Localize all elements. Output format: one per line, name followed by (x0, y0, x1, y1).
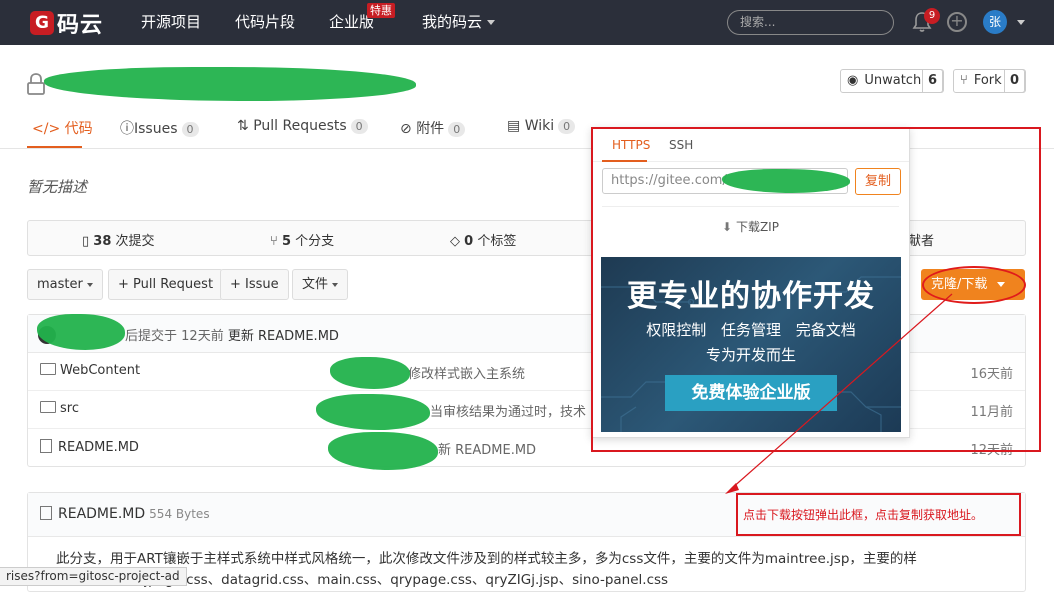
tab-attachments[interactable]: ⊘ 附件 0 (400, 118, 466, 138)
chevron-down-icon (332, 282, 339, 287)
repo-description: 暂无描述 (27, 178, 88, 196)
file-icon (40, 439, 52, 453)
pull-request-icon: ⇅ (237, 118, 249, 134)
tags-stat[interactable]: ◇ 0 个标签 (450, 230, 516, 249)
code-icon: </> (32, 121, 61, 137)
readme-filename: README.MD (58, 506, 146, 522)
branch-icon: ⑂ (270, 234, 278, 249)
info-icon: ⓘ (120, 121, 134, 137)
readme-size: 554 Bytes (149, 507, 210, 521)
redacted-repo-name (44, 67, 416, 101)
tab-attachments-label: 附件 (416, 121, 445, 137)
paperclip-icon: ⊘ (400, 121, 412, 137)
top-navbar: G 码云 开源项目 代码片段 企业版 特惠 我的码云 搜索... 9 + 张 (0, 0, 1054, 45)
fork-icon: ⑂ (960, 73, 968, 88)
tab-wiki-label: Wiki (524, 118, 555, 134)
new-issue-button[interactable]: + Issue (220, 269, 289, 300)
logo-text: 码云 (57, 12, 104, 38)
notification-count: 9 (924, 8, 940, 24)
eye-icon: ◉ (847, 73, 859, 88)
branch-label: master (37, 277, 83, 292)
readme-content: 此分支，用于ART镶嵌于主样式系统中样式风格统一，此次修改文件涉及到的样式较主多… (56, 549, 1016, 591)
file-name[interactable]: src (40, 401, 79, 416)
tab-attachments-count: 0 (448, 122, 466, 137)
special-offer-badge: 特惠 (367, 3, 395, 18)
readme-title: README.MD 554 Bytes (40, 506, 210, 522)
branches-label: 个分支 (295, 234, 335, 249)
unwatch-button[interactable]: ◉ Unwatch 6 (840, 69, 944, 93)
avatar-chevron-icon[interactable] (1017, 20, 1025, 25)
file-commit-message[interactable]: 当审核结果为通过时，技术 (430, 401, 586, 420)
readme-line: 式文件还包括cjpage.css、datagrid.css、main.css、q… (56, 572, 669, 588)
nav-code-snippets[interactable]: 代码片段 (235, 0, 295, 45)
tab-pr-label: Pull Requests (253, 118, 347, 134)
branch-select[interactable]: master (27, 269, 103, 300)
tab-issues-label: Issues (134, 121, 178, 137)
logo-icon: G (30, 10, 54, 35)
tab-issues-count: 0 (181, 122, 199, 137)
chevron-down-icon (487, 20, 496, 25)
tab-code[interactable]: </> 代码 (32, 118, 93, 138)
lock-icon (27, 73, 45, 95)
fork-count: 0 (1003, 69, 1025, 93)
add-icon[interactable]: + (947, 12, 967, 32)
commit-message-link[interactable]: 更新 README.MD (228, 329, 339, 344)
commit-time: 12天前 (181, 329, 224, 344)
commits-stat[interactable]: ▯ 38 次提交 (82, 230, 155, 249)
file-menu-button[interactable]: 文件 (292, 269, 349, 300)
chevron-down-icon (86, 282, 93, 287)
tags-count: 0 (464, 234, 474, 249)
avatar[interactable]: 张 (983, 10, 1007, 34)
watch-count: 6 (921, 69, 943, 93)
pull-request-button[interactable]: + Pull Request (108, 269, 224, 300)
commits-label: 次提交 (115, 234, 155, 249)
logo[interactable]: G 码云 (30, 7, 103, 39)
unwatch-label: Unwatch (864, 73, 922, 88)
file-name-text: WebContent (60, 363, 141, 378)
annotation-note: 点击下载按钮弹出此框，点击复制获取地址。 (743, 508, 984, 522)
nav-open-source[interactable]: 开源项目 (141, 0, 201, 45)
tab-pr-count: 0 (350, 119, 368, 134)
file-icon (40, 506, 52, 520)
file-name[interactable]: README.MD (40, 439, 139, 455)
nav-my-gitee-label: 我的码云 (422, 13, 483, 31)
status-bar-url: rises?from=gitosc-project-ad (0, 567, 187, 586)
file-name[interactable]: WebContent (40, 363, 140, 378)
branches-count: 5 (281, 234, 291, 249)
folder-icon (40, 363, 56, 375)
commit-icon: ▯ (82, 234, 90, 249)
branches-stat[interactable]: ⑂ 5 个分支 (270, 230, 334, 249)
tag-icon: ◇ (450, 234, 460, 249)
tab-code-label: 代码 (64, 121, 93, 137)
commits-count: 38 (93, 234, 112, 249)
tab-wiki[interactable]: ▤ Wiki 0 (507, 118, 576, 134)
tab-issues[interactable]: ⓘIssues 0 (120, 118, 199, 138)
fork-label: Fork (973, 73, 1002, 88)
file-menu-label: 文件 (302, 277, 329, 292)
file-name-text: README.MD (58, 440, 139, 455)
commit-info: 后提交于 12天前 更新 README.MD (125, 325, 339, 344)
annotation-box (591, 127, 1041, 452)
tab-wiki-count: 0 (558, 119, 576, 134)
nav-enterprise[interactable]: 企业版 特惠 (329, 0, 395, 45)
nav-my-gitee[interactable]: 我的码云 (422, 0, 496, 45)
search-input[interactable]: 搜索... (727, 10, 894, 35)
book-icon: ▤ (507, 118, 521, 134)
file-commit-message[interactable]: 修改样式嵌入主系统 (408, 363, 525, 382)
commit-text: 后提交于 (125, 329, 178, 344)
fork-button[interactable]: ⑂ Fork 0 (953, 69, 1026, 93)
tab-pull-requests[interactable]: ⇅ Pull Requests 0 (237, 118, 368, 134)
tags-label: 个标签 (477, 234, 517, 249)
file-commit-message[interactable]: 新 README.MD (438, 439, 536, 458)
folder-icon (40, 401, 56, 413)
readme-line: 此分支，用于ART镶嵌于主样式系统中样式风格统一，此次修改文件涉及到的样式较主多… (56, 551, 917, 567)
file-name-text: src (60, 401, 79, 416)
